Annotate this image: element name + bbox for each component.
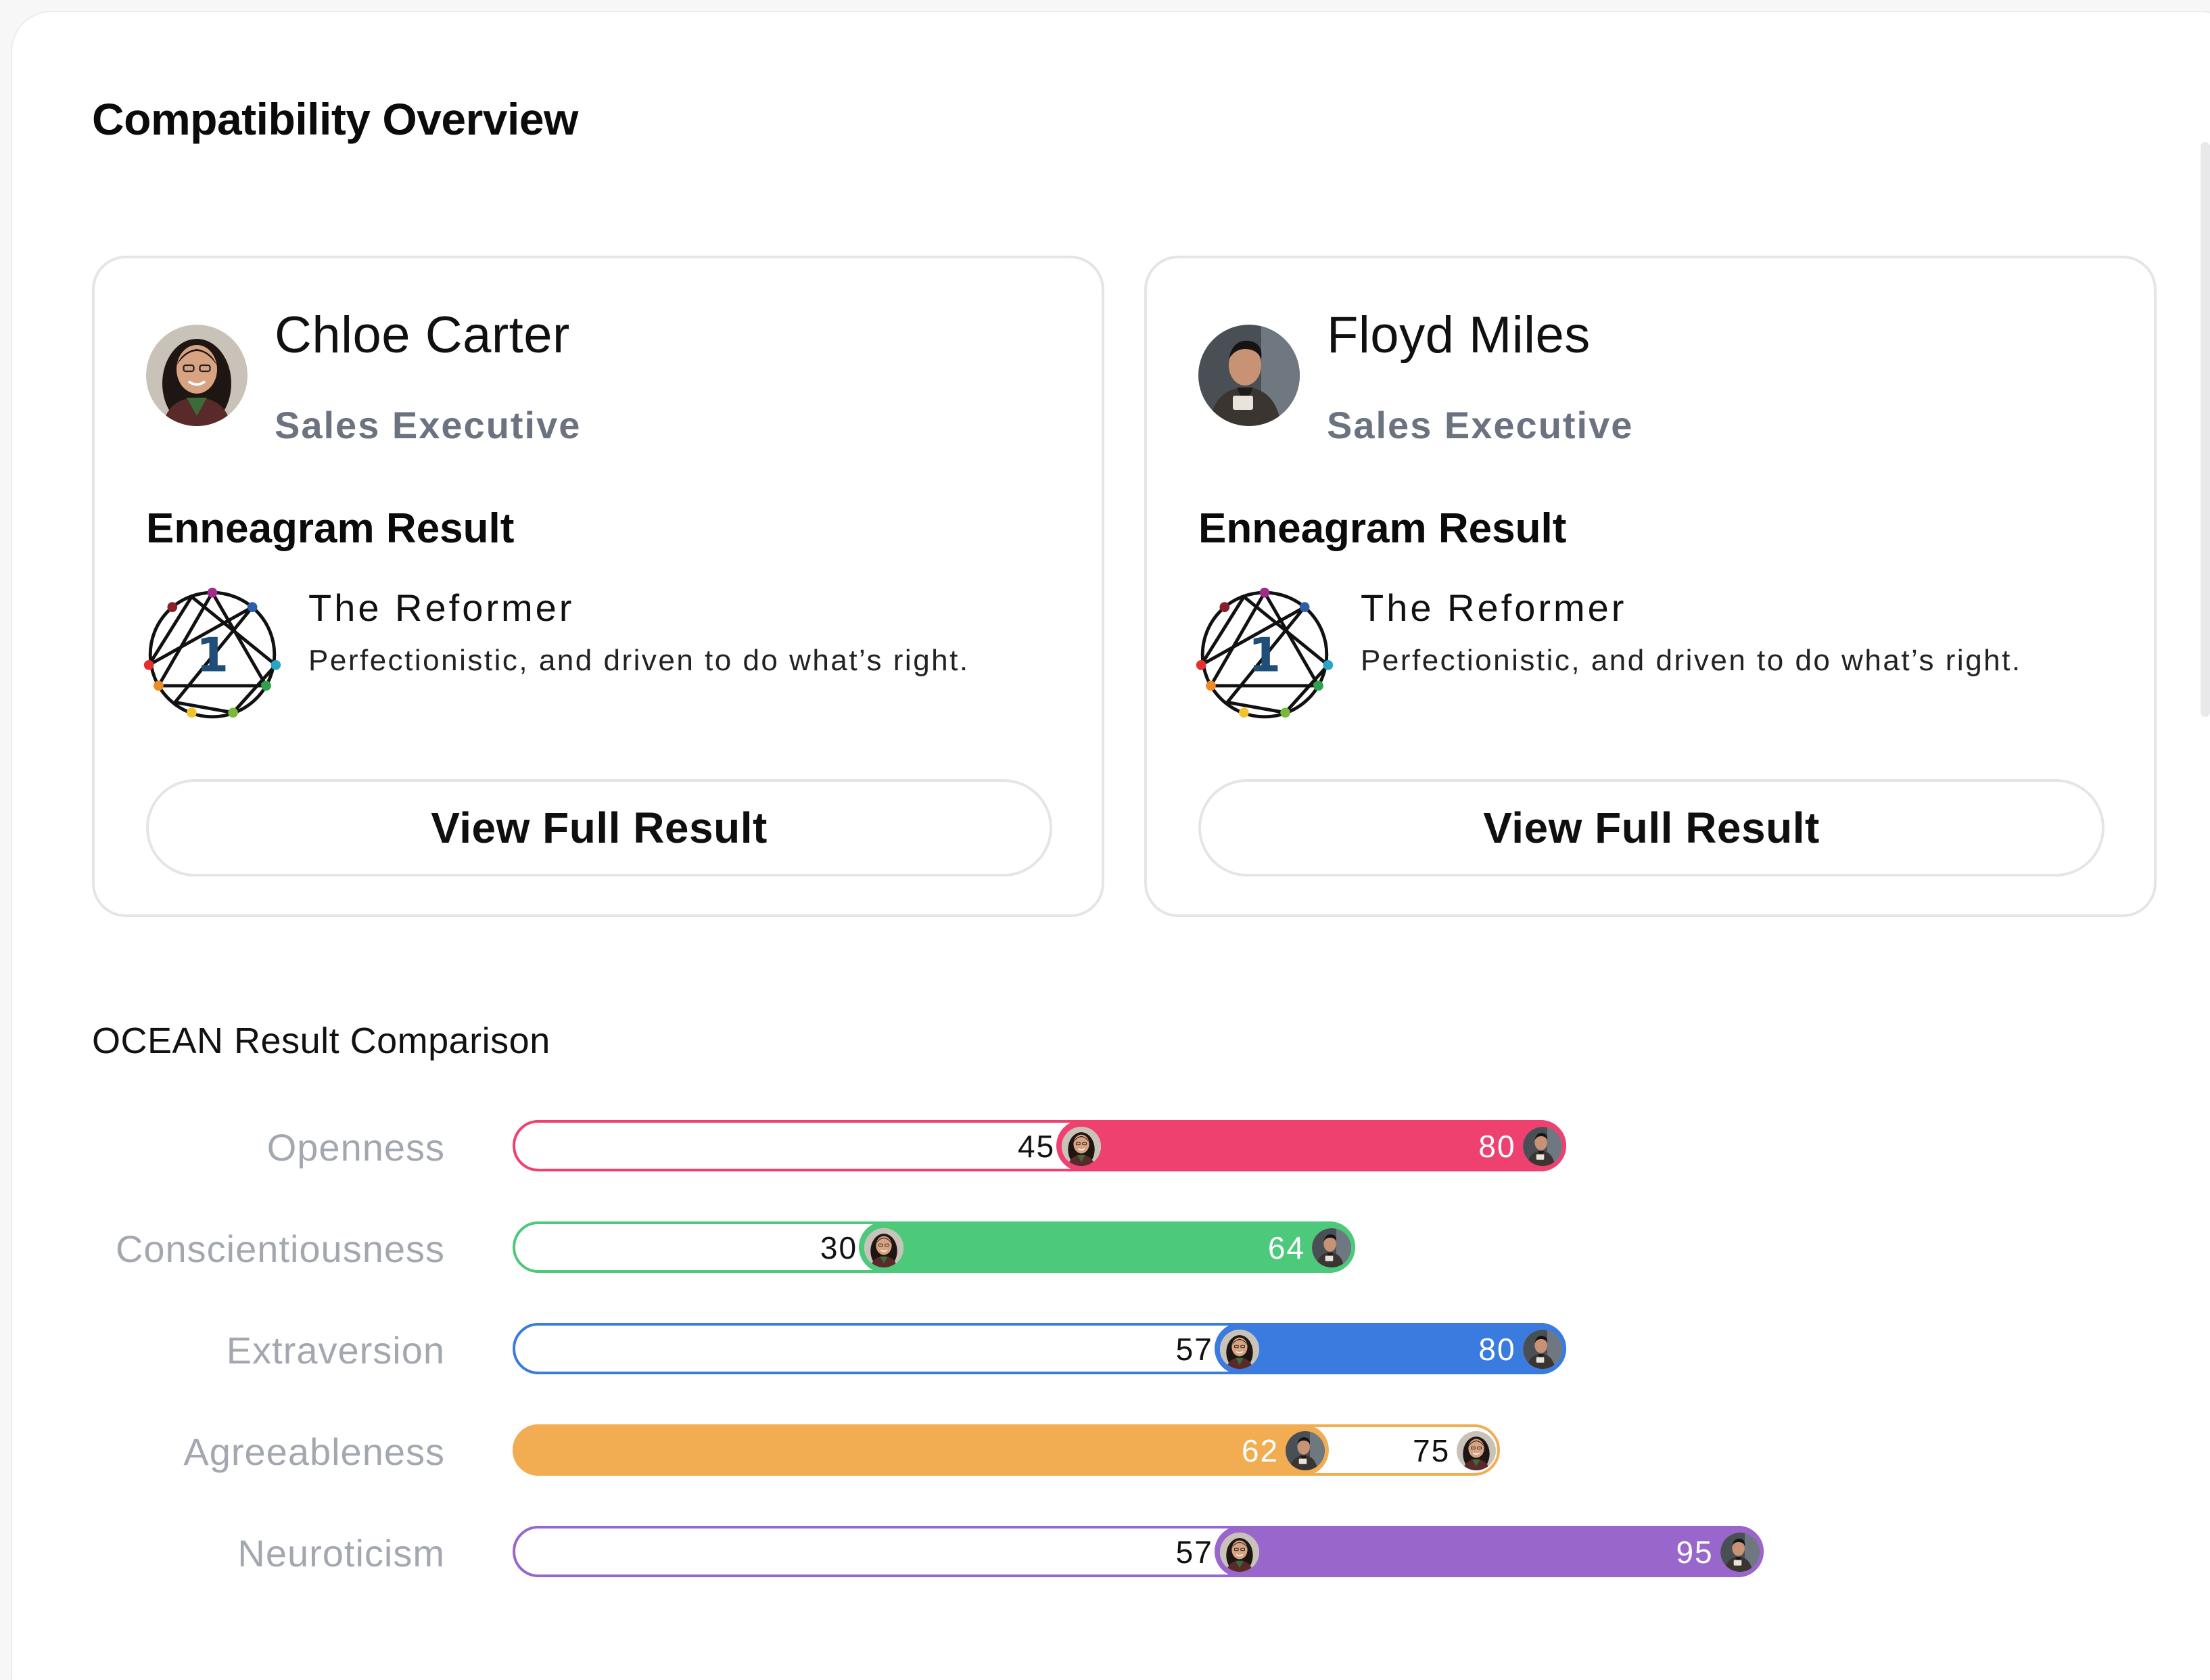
ocean-row-openness: Openness 45 80 xyxy=(0,1120,2210,1171)
marker-floyd: 64 xyxy=(1229,1228,1352,1267)
avatar-chloe xyxy=(1219,1330,1259,1369)
avatar-chloe xyxy=(1062,1127,1102,1166)
marker-floyd: 80 xyxy=(1440,1330,1562,1369)
trait-score: 45 xyxy=(1017,1129,1056,1164)
enneagram-symbol-icon: 1 xyxy=(1196,586,1334,724)
ocean-row-conscientiousness: Conscientiousness 30 64 xyxy=(0,1221,2210,1273)
marker-chloe: 57 xyxy=(1137,1533,1259,1572)
enneagram-section-title: Enneagram Result xyxy=(146,505,515,552)
svg-text:1: 1 xyxy=(196,628,229,682)
trait-label: Neuroticism xyxy=(237,1532,445,1574)
trait-score: 80 xyxy=(1478,1129,1516,1164)
marker-chloe: 75 xyxy=(1374,1431,1497,1470)
ocean-row-neuroticism: Neuroticism 57 95 xyxy=(0,1526,2210,1577)
person-card-chloe: Chloe Carter Sales Executive Enneagram R… xyxy=(92,256,1104,917)
enneagram-symbol-icon: 1 xyxy=(143,586,281,724)
trait-track: 45 80 xyxy=(513,1120,1566,1171)
trait-label: Conscientiousness xyxy=(115,1228,445,1270)
enneagram-type-name: The Reformer xyxy=(1361,586,1627,629)
marker-chloe: 45 xyxy=(979,1127,1102,1166)
trait-score: 95 xyxy=(1676,1535,1714,1570)
scrollbar[interactable] xyxy=(2201,142,2210,717)
person-card-floyd: Floyd Miles Sales Executive Enneagram Re… xyxy=(1144,256,2157,917)
trait-score: 57 xyxy=(1175,1332,1213,1367)
trait-score: 62 xyxy=(1241,1433,1279,1468)
marker-floyd: 95 xyxy=(1638,1533,1760,1572)
person-name: Chloe Carter xyxy=(275,306,570,364)
trait-label: Extraversion xyxy=(226,1329,445,1372)
marker-floyd: 62 xyxy=(1203,1431,1325,1470)
avatar-floyd xyxy=(1286,1431,1325,1470)
avatar-chloe xyxy=(864,1228,904,1267)
avatar-floyd xyxy=(1198,325,1300,426)
person-name: Floyd Miles xyxy=(1327,306,1591,364)
avatar-chloe xyxy=(1219,1533,1259,1572)
page-title: Compatibility Overview xyxy=(92,94,578,144)
trait-score: 75 xyxy=(1413,1433,1451,1468)
svg-text:1: 1 xyxy=(1248,628,1281,682)
avatar-floyd xyxy=(1522,1127,1562,1166)
trait-label: Openness xyxy=(266,1126,445,1169)
avatar-floyd xyxy=(1312,1228,1352,1267)
trait-score: 80 xyxy=(1478,1332,1516,1367)
trait-track: 57 80 xyxy=(513,1323,1566,1374)
trait-track: 75 62 xyxy=(513,1424,1501,1476)
ocean-comparison-title: OCEAN Result Comparison xyxy=(92,1021,550,1061)
avatar-chloe xyxy=(1457,1431,1497,1470)
avatar-floyd xyxy=(1522,1330,1562,1369)
enneagram-type-description: Perfectionistic, and driven to do what’s… xyxy=(308,644,970,677)
trait-score: 64 xyxy=(1267,1230,1306,1265)
person-role: Sales Executive xyxy=(1327,404,1634,446)
trait-score: 57 xyxy=(1175,1535,1213,1570)
avatar-floyd xyxy=(1720,1533,1760,1572)
ocean-row-extraversion: Extraversion 57 80 xyxy=(0,1323,2210,1374)
trait-score: 30 xyxy=(820,1230,858,1265)
view-full-result-button[interactable]: View Full Result xyxy=(146,779,1052,877)
trait-label: Agreeableness xyxy=(183,1430,445,1473)
enneagram-section-title: Enneagram Result xyxy=(1198,505,1567,552)
view-full-result-button[interactable]: View Full Result xyxy=(1198,779,2105,877)
person-role: Sales Executive xyxy=(275,404,582,446)
enneagram-type-description: Perfectionistic, and driven to do what’s… xyxy=(1361,644,2022,677)
marker-floyd: 80 xyxy=(1440,1127,1562,1166)
ocean-row-agreeableness: Agreeableness 75 62 xyxy=(0,1424,2210,1476)
enneagram-type-name: The Reformer xyxy=(308,586,575,629)
trait-track: 57 95 xyxy=(513,1526,1764,1577)
avatar-chloe xyxy=(146,325,248,426)
marker-chloe: 57 xyxy=(1137,1330,1259,1369)
trait-track: 30 64 xyxy=(513,1221,1356,1273)
marker-chloe: 30 xyxy=(782,1228,904,1267)
